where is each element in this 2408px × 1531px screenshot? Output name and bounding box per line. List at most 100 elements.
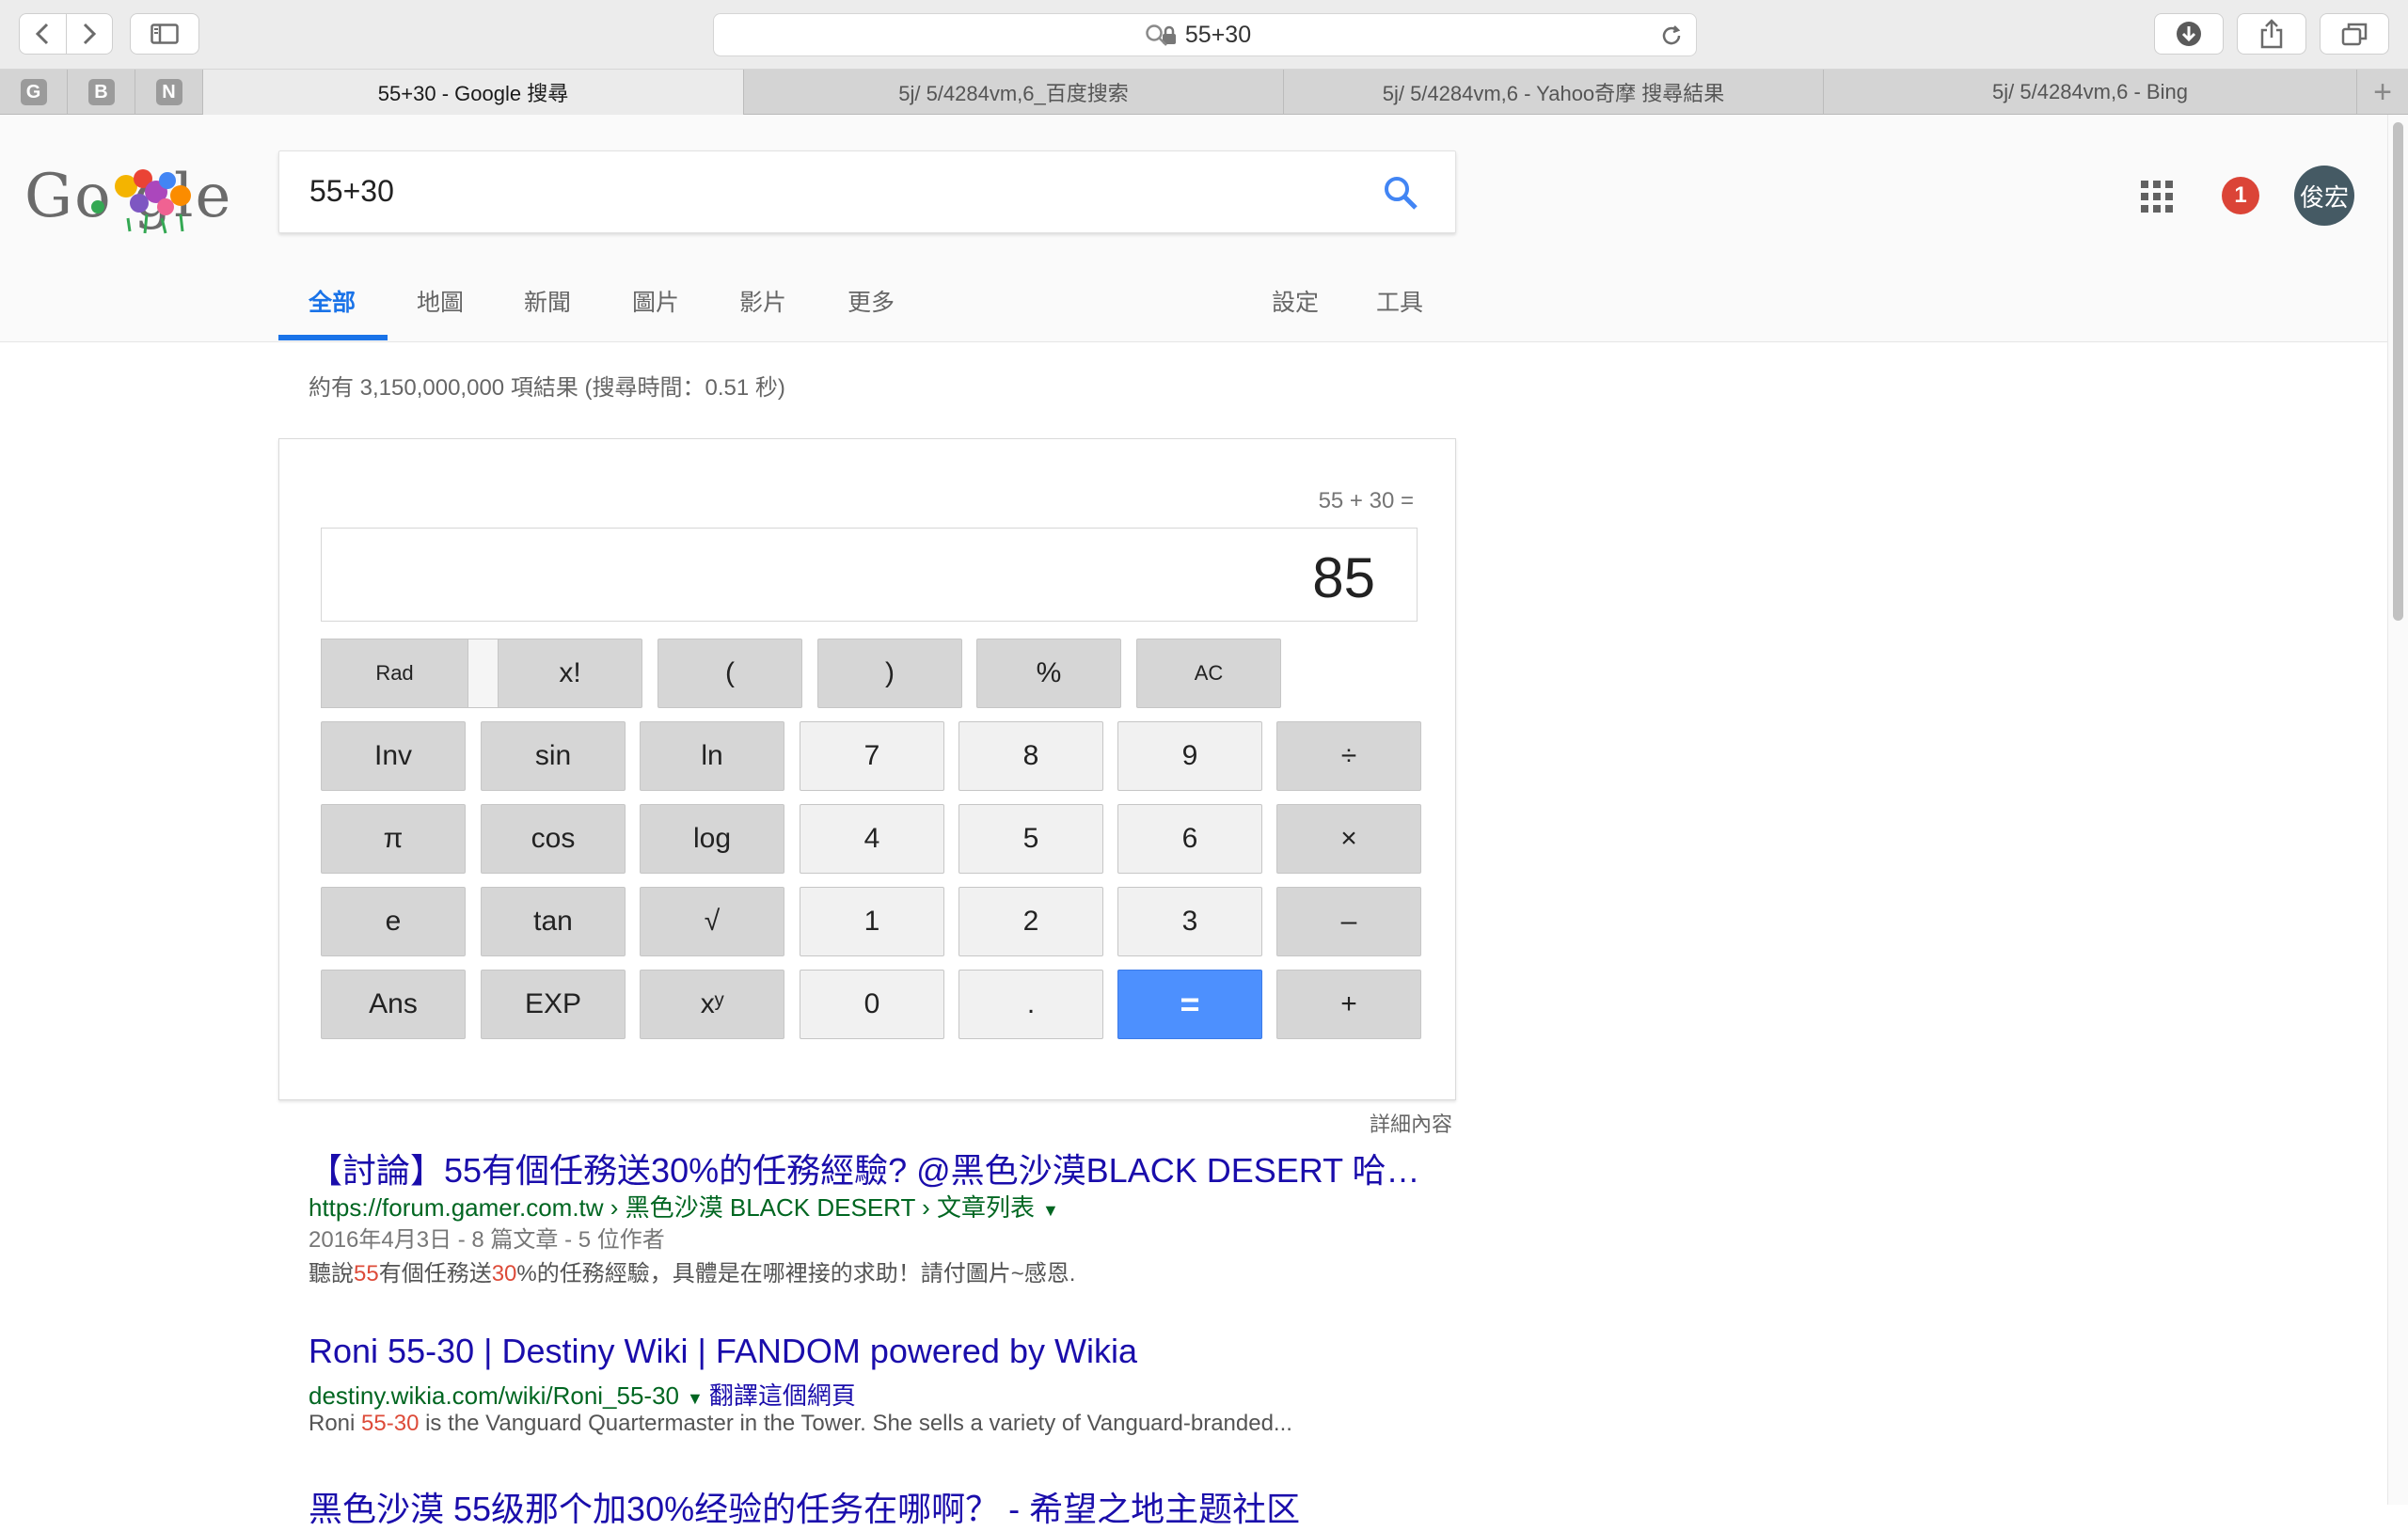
digit-2-key[interactable]: 2	[958, 887, 1103, 956]
close-paren-key[interactable]: )	[817, 639, 962, 708]
digit-8-key[interactable]: 8	[958, 721, 1103, 791]
nav-buttons	[19, 13, 113, 55]
digit-5-key[interactable]: 5	[958, 804, 1103, 874]
tab-bing-search[interactable]: 5j/ 5/4284vm,6 - Bing	[1824, 70, 2357, 115]
log-key[interactable]: log	[640, 804, 784, 874]
reload-icon[interactable]	[1658, 23, 1685, 49]
all-clear-key[interactable]: AC	[1136, 639, 1281, 708]
tab-news[interactable]: 新聞	[524, 284, 571, 318]
sqrt-key[interactable]: √	[640, 887, 784, 956]
calculator-expression: 55 + 30 =	[1318, 488, 1414, 513]
search-query-text: 55+30	[309, 174, 394, 208]
tools-link[interactable]: 工具	[1376, 284, 1423, 318]
share-button[interactable]	[2237, 13, 2306, 55]
tab-more[interactable]: 更多	[848, 284, 895, 318]
details-link[interactable]: 詳細內容	[1370, 1108, 1452, 1138]
search-icon[interactable]	[1382, 174, 1419, 212]
tab-title: 5j/ 5/4284vm,6 - Bing	[1992, 80, 2188, 103]
snippet-highlight: 55	[354, 1261, 379, 1286]
browser-toolbar: 55+30	[0, 0, 2408, 70]
active-tab-underline	[278, 335, 388, 340]
result-title-link[interactable]: Roni 55-30 | Destiny Wiki | FANDOM power…	[309, 1332, 1137, 1371]
tab-all[interactable]: 全部	[309, 284, 356, 318]
digit-0-key[interactable]: 0	[800, 970, 944, 1039]
result-meta: 2016年4月3日 - 8 篇文章 - 5 位作者	[309, 1227, 665, 1253]
exp-key[interactable]: EXP	[481, 970, 626, 1039]
pi-key[interactable]: π	[321, 804, 466, 874]
address-bar[interactable]: 55+30	[713, 13, 1697, 56]
snippet-text: is the Vanguard Quartermaster in the Tow…	[419, 1411, 1292, 1436]
digit-9-key[interactable]: 9	[1117, 721, 1262, 791]
apps-grid-icon[interactable]	[2141, 181, 2173, 213]
inverse-key[interactable]: Inv	[321, 721, 466, 791]
multiply-key[interactable]: ×	[1276, 804, 1421, 874]
calculator-display: 85	[321, 528, 1418, 622]
digit-6-key[interactable]: 6	[1117, 804, 1262, 874]
share-icon	[2260, 19, 2283, 49]
search-icon	[1146, 24, 1167, 46]
rad-button[interactable]: Rad	[322, 639, 468, 707]
snippet-text: Roni	[309, 1411, 362, 1436]
tab-google-search[interactable]: 55+30 - Google 搜尋	[203, 70, 744, 115]
tab-yahoo-search[interactable]: 5j/ 5/4284vm,6 - Yahoo奇摩 搜尋結果	[1284, 70, 1824, 115]
sin-key[interactable]: sin	[481, 721, 626, 791]
result-url: https://forum.gamer.com.tw › 黑色沙漠 BLACK …	[309, 1189, 1059, 1223]
result-snippet: Roni 55-30 is the Vanguard Quartermaster…	[309, 1411, 1292, 1437]
tab-videos[interactable]: 影片	[739, 284, 786, 318]
translate-page-link[interactable]: 翻譯這個網頁	[709, 1381, 856, 1410]
tab-images[interactable]: 圖片	[632, 284, 679, 318]
page-scrollbar[interactable]	[2387, 115, 2408, 1505]
result-url: destiny.wikia.com/wiki/Roni_55-30 ▼ 翻譯這個網頁	[309, 1377, 856, 1412]
downloads-button[interactable]	[2154, 13, 2224, 55]
euler-key[interactable]: e	[321, 887, 466, 956]
result-url-text[interactable]: https://forum.gamer.com.tw › 黑色沙漠 BLACK …	[309, 1193, 1035, 1222]
ln-key[interactable]: ln	[640, 721, 784, 791]
tab-maps[interactable]: 地圖	[417, 284, 464, 318]
power-key[interactable]: xʸ	[640, 970, 784, 1039]
download-icon	[2177, 22, 2201, 46]
add-key[interactable]: +	[1276, 970, 1421, 1039]
cos-key[interactable]: cos	[481, 804, 626, 874]
subtract-key[interactable]: –	[1276, 887, 1421, 956]
digit-3-key[interactable]: 3	[1117, 887, 1262, 956]
factorial-key[interactable]: x!	[498, 639, 642, 708]
equals-key[interactable]: =	[1117, 970, 1262, 1039]
calculator-card: 55 + 30 = 85 Rad x! ( ) % AC Inv sin ln …	[278, 438, 1456, 1100]
answer-key[interactable]: Ans	[321, 970, 466, 1039]
pinned-tab-n[interactable]: N	[135, 70, 203, 115]
tan-key[interactable]: tan	[481, 887, 626, 956]
percent-key[interactable]: %	[976, 639, 1121, 708]
url-text: 55+30	[1184, 21, 1252, 48]
tab-baidu-search[interactable]: 5j/ 5/4284vm,6_百度搜索	[744, 70, 1284, 115]
result-url-text[interactable]: destiny.wikia.com/wiki/Roni_55-30	[309, 1381, 679, 1410]
digit-1-key[interactable]: 1	[800, 887, 944, 956]
pinned-tab-google[interactable]: G	[0, 70, 68, 115]
forward-button[interactable]	[65, 14, 112, 54]
avatar[interactable]: 俊宏	[2294, 166, 2354, 226]
new-tab-button[interactable]: +	[2357, 70, 2408, 115]
decimal-key[interactable]: .	[958, 970, 1103, 1039]
snippet-highlight: 30	[491, 1261, 517, 1286]
settings-link[interactable]: 設定	[1272, 284, 1319, 318]
google-header: Go gle 55+30 1 俊宏 全部 地圖 新聞 圖片 影片 更多 設定 工…	[0, 115, 2387, 342]
tab-title: 55+30 - Google 搜尋	[377, 82, 569, 105]
sidebar-button[interactable]	[130, 13, 199, 55]
result-title-link[interactable]: 黑色沙漠 55级那个加30%经验的任务在哪啊？ - 希望之地主题社区	[309, 1482, 1300, 1531]
open-paren-key[interactable]: (	[657, 639, 802, 708]
digit-7-key[interactable]: 7	[800, 721, 944, 791]
result-title-link[interactable]: 【討論】55有個任務送30%的任務經驗? @黑色沙漠BLACK DESERT 哈…	[309, 1144, 1419, 1192]
snippet-text: 有個任務送	[378, 1261, 492, 1286]
google-doodle-logo[interactable]: Go gle	[24, 152, 246, 237]
dropdown-arrow-icon[interactable]: ▼	[687, 1389, 704, 1408]
sidebar-icon	[150, 24, 179, 44]
divide-key[interactable]: ÷	[1276, 721, 1421, 791]
pinned-tab-b[interactable]: B	[68, 70, 135, 115]
notification-badge[interactable]: 1	[2222, 177, 2259, 214]
scrollbar-thumb[interactable]	[2393, 122, 2403, 621]
digit-4-key[interactable]: 4	[800, 804, 944, 874]
show-tabs-button[interactable]	[2320, 13, 2389, 55]
back-button[interactable]	[20, 14, 66, 54]
dropdown-arrow-icon[interactable]: ▼	[1042, 1201, 1059, 1220]
search-input[interactable]: 55+30	[278, 150, 1456, 233]
snippet-text: 聽說	[309, 1261, 354, 1286]
